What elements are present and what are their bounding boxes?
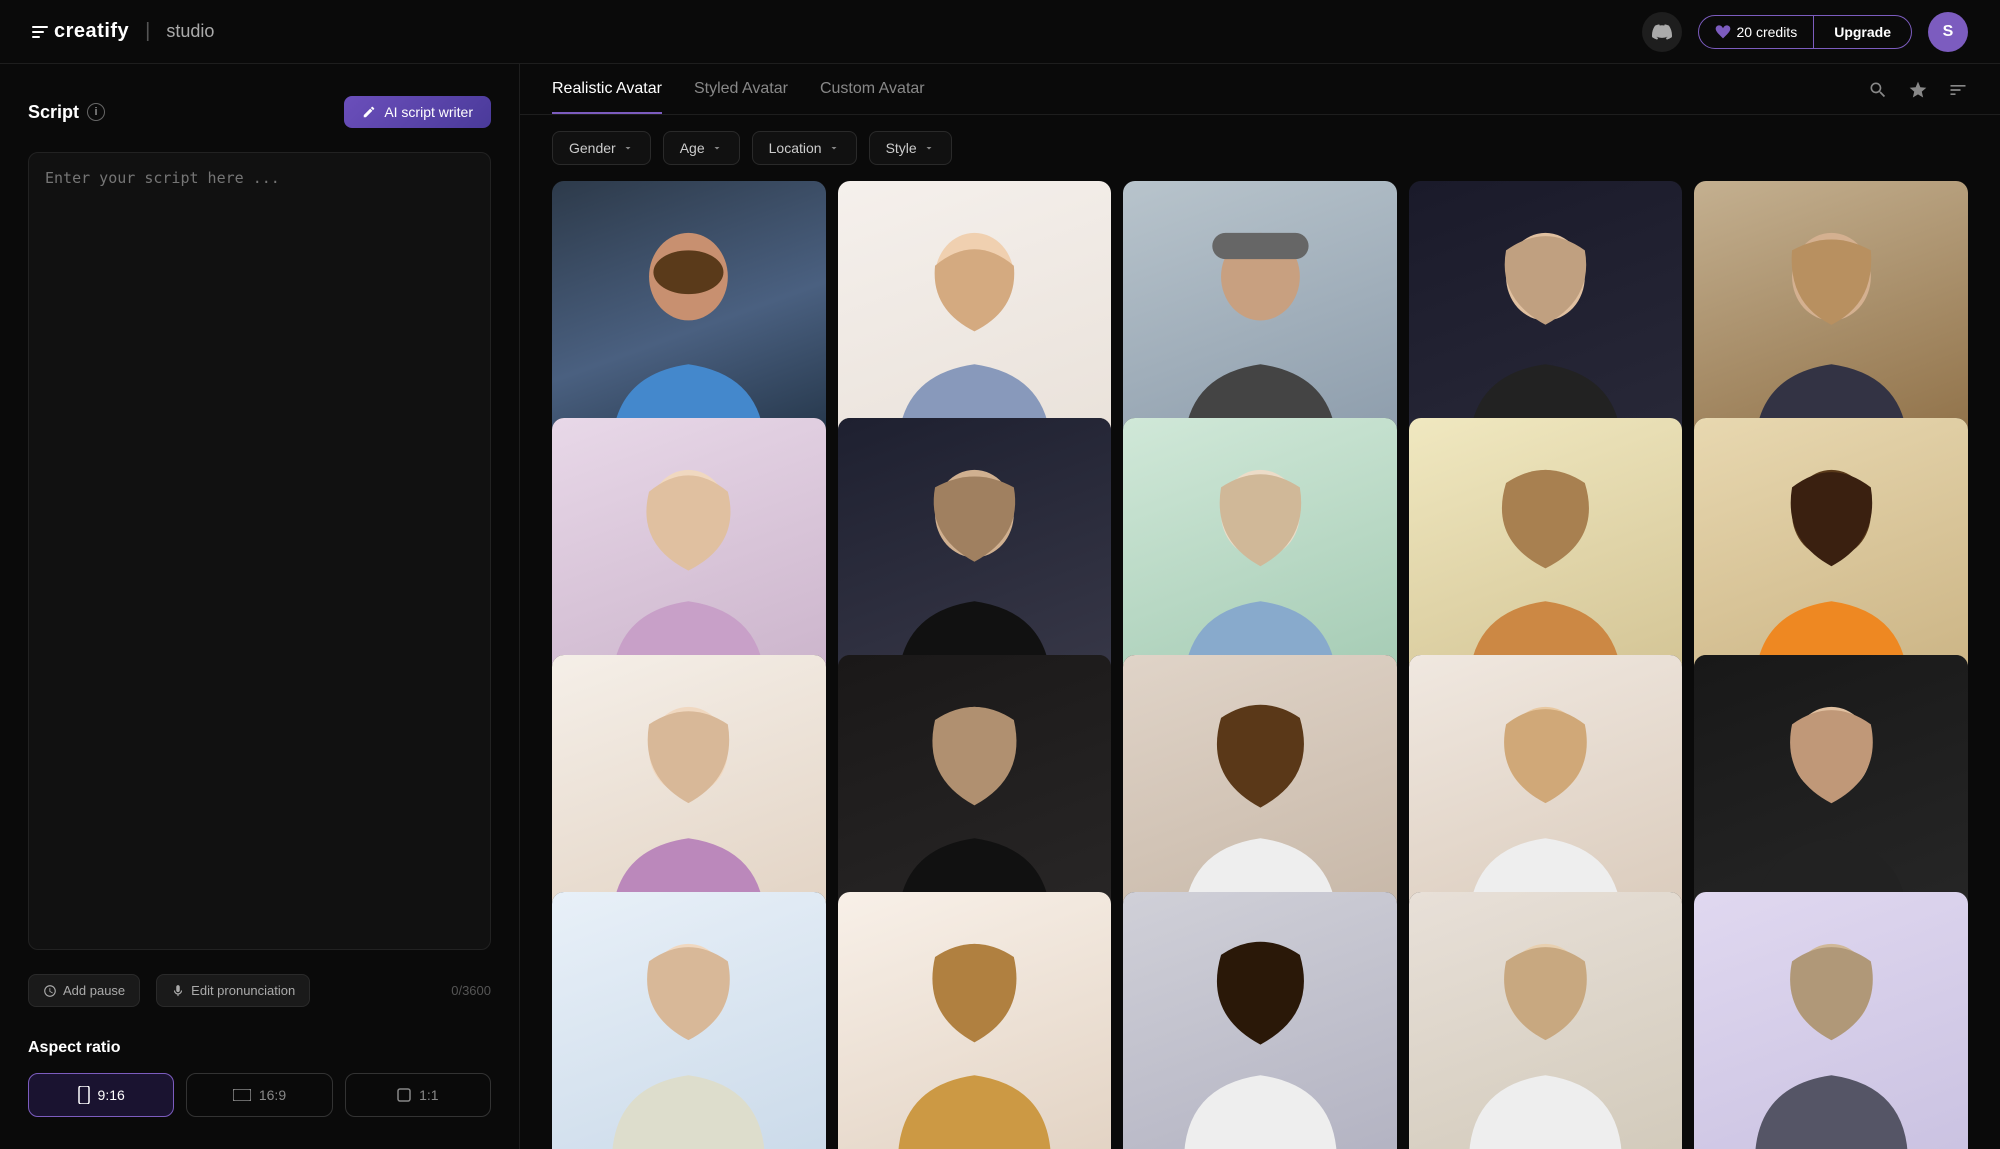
aspect-16-9-label: 16:9: [259, 1087, 286, 1103]
square-icon: [397, 1088, 411, 1102]
aspect-options: 9:16 16:9 1:1: [28, 1073, 491, 1117]
aspect-ratio-title: Aspect ratio: [28, 1039, 491, 1057]
nav-right: 20 credits Upgrade S: [1642, 12, 1969, 52]
discord-button[interactable]: [1642, 12, 1682, 52]
avatar-person-20: [1722, 922, 1941, 1149]
favorites-button[interactable]: [1908, 80, 1928, 100]
avatar-card-16[interactable]: [552, 892, 826, 1149]
avatar-person-10: [1722, 448, 1941, 689]
aspect-16-9-button[interactable]: 16:9: [186, 1073, 332, 1117]
clock-icon: [43, 984, 57, 998]
avatar-person-11: [579, 685, 798, 926]
avatar-person-7: [865, 448, 1084, 689]
ai-writer-button[interactable]: AI script writer: [344, 96, 491, 128]
logo-area: creatify | studio: [32, 20, 214, 43]
avatar-card-17[interactable]: [838, 892, 1112, 1149]
style-filter-label: Style: [886, 140, 917, 156]
tab-styled-avatar[interactable]: Styled Avatar: [694, 80, 788, 114]
star-icon: [1908, 80, 1928, 100]
avatar-person-12: [865, 685, 1084, 926]
gender-chevron-icon: [622, 142, 634, 154]
aspect-9-16-label: 9:16: [98, 1087, 125, 1103]
age-filter-label: Age: [680, 140, 705, 156]
age-filter[interactable]: Age: [663, 131, 740, 165]
gender-filter-label: Gender: [569, 140, 616, 156]
edit-pronunciation-button[interactable]: Edit pronunciation: [156, 974, 310, 1007]
location-filter[interactable]: Location: [752, 131, 857, 165]
aspect-9-16-button[interactable]: 9:16: [28, 1073, 174, 1117]
avatar-person-5: [1722, 211, 1941, 452]
main-layout: Script i AI script writer Add pause: [0, 64, 2000, 1149]
tab-realistic-avatar[interactable]: Realistic Avatar: [552, 80, 662, 114]
script-header: Script i AI script writer: [28, 96, 491, 128]
style-chevron-icon: [923, 142, 935, 154]
add-pause-label: Add pause: [63, 983, 125, 998]
heart-icon: [1715, 24, 1731, 40]
aspect-ratio-section: Aspect ratio 9:16 16:9: [28, 1039, 491, 1117]
avatar-tabs-bar: Realistic Avatar Styled Avatar Custom Av…: [520, 64, 2000, 115]
avatar-person-9: [1436, 448, 1655, 689]
script-label: Script: [28, 102, 79, 123]
avatar-person-3: [1151, 211, 1370, 452]
mic-icon: [171, 984, 185, 998]
avatar-person-14: [1436, 685, 1655, 926]
aspect-1-1-label: 1:1: [419, 1087, 438, 1103]
credits-left: 20 credits: [1699, 16, 1815, 48]
monitor-icon: [233, 1089, 251, 1101]
ai-writer-label: AI script writer: [384, 104, 473, 120]
search-icon: [1868, 80, 1888, 100]
avatar-person-17: [865, 922, 1084, 1149]
tab-icons-area: [1868, 80, 1968, 114]
avatar-card-20[interactable]: [1694, 892, 1968, 1149]
script-textarea[interactable]: [28, 152, 491, 950]
search-button[interactable]: [1868, 80, 1888, 100]
credits-button[interactable]: 20 credits Upgrade: [1698, 15, 1913, 49]
logo-name: creatify: [54, 20, 129, 43]
style-filter[interactable]: Style: [869, 131, 952, 165]
avatar-card-19[interactable]: [1409, 892, 1683, 1149]
avatar-card-18[interactable]: [1123, 892, 1397, 1149]
gender-filter[interactable]: Gender: [552, 131, 651, 165]
script-title-area: Script i: [28, 102, 105, 123]
user-avatar[interactable]: S: [1928, 12, 1968, 52]
edit-pronunciation-label: Edit pronunciation: [191, 983, 295, 998]
avatar-person-4: [1436, 211, 1655, 452]
location-chevron-icon: [828, 142, 840, 154]
avatar-person-18: [1151, 922, 1370, 1149]
sliders-icon: [1948, 80, 1968, 100]
left-panel: Script i AI script writer Add pause: [0, 64, 520, 1149]
filters-bar: Gender Age Location Style: [520, 115, 2000, 181]
logo-subtitle: studio: [166, 21, 214, 42]
add-pause-button[interactable]: Add pause: [28, 974, 140, 1007]
sort-button[interactable]: [1948, 80, 1968, 100]
logo-icon: creatify: [32, 20, 129, 43]
avatar-person-16: [579, 922, 798, 1149]
credits-amount: 20 credits: [1737, 24, 1798, 40]
age-chevron-icon: [711, 142, 723, 154]
avatar-person-8: [1151, 448, 1370, 689]
avatar-person-15: [1722, 685, 1941, 926]
script-footer: Add pause Edit pronunciation 0/3600: [28, 974, 491, 1007]
location-filter-label: Location: [769, 140, 822, 156]
right-panel: Realistic Avatar Styled Avatar Custom Av…: [520, 64, 2000, 1149]
avatar-person-19: [1436, 922, 1655, 1149]
discord-icon: [1652, 22, 1672, 42]
avatar-tabs: Realistic Avatar Styled Avatar Custom Av…: [552, 80, 925, 114]
pencil-icon: [362, 105, 376, 119]
top-nav: creatify | studio 20 credits Upgrade S: [0, 0, 2000, 64]
avatar-person-1: [579, 211, 798, 452]
aspect-1-1-button[interactable]: 1:1: [345, 1073, 491, 1117]
phone-portrait-icon: [78, 1086, 90, 1104]
avatar-person-2: [865, 211, 1084, 452]
char-count: 0/3600: [451, 983, 491, 998]
avatar-person-13: [1151, 685, 1370, 926]
avatar-grid: ♛: [520, 181, 2000, 1149]
tab-custom-avatar[interactable]: Custom Avatar: [820, 80, 925, 114]
info-icon[interactable]: i: [87, 103, 105, 121]
avatar-person-6: [579, 448, 798, 689]
upgrade-label: Upgrade: [1814, 16, 1911, 48]
